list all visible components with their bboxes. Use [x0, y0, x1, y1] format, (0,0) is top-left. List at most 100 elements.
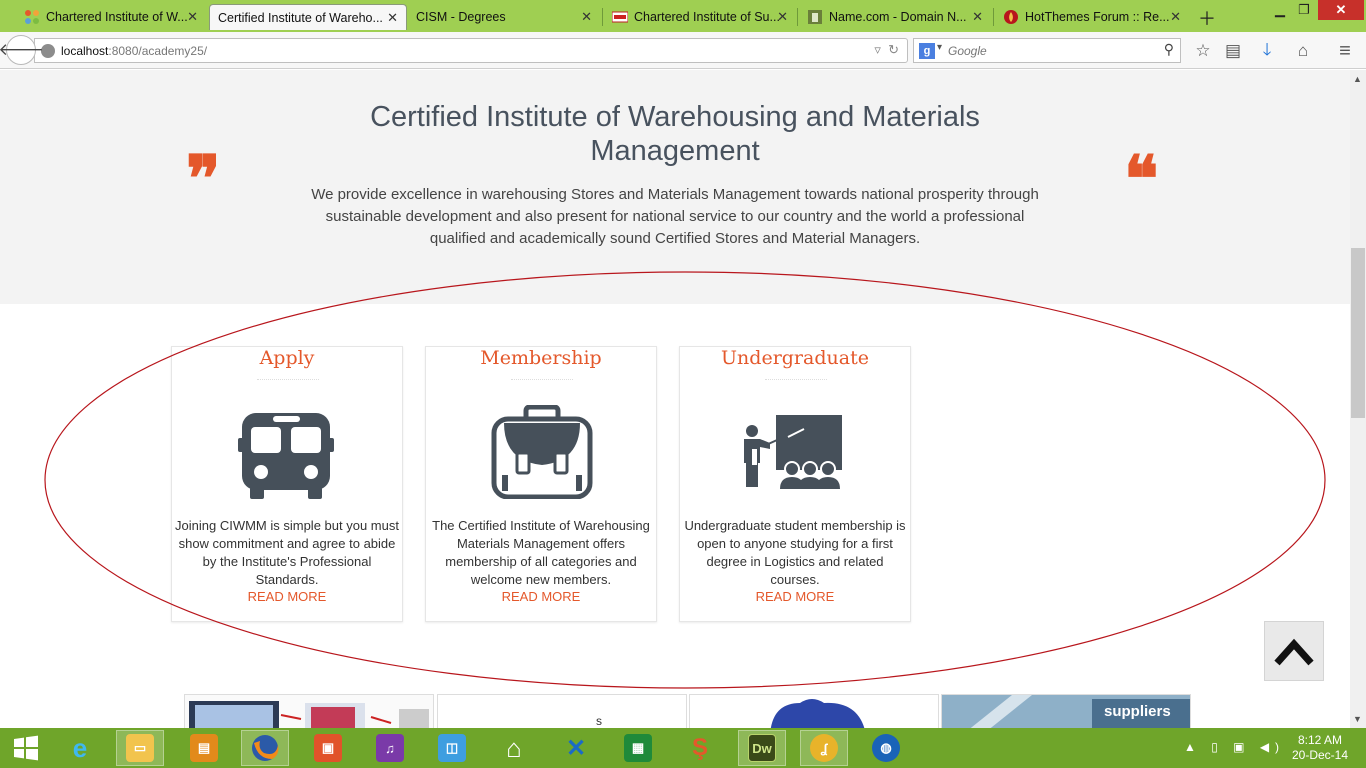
hotthemes-favicon-icon: [1003, 9, 1019, 25]
taskbar-dreamweaver[interactable]: Dw: [738, 730, 786, 766]
back-arrow-icon: 🡐: [0, 40, 44, 59]
taskbar-photos[interactable]: ▣: [304, 730, 352, 766]
start-button[interactable]: [0, 730, 52, 766]
tab-label: Chartered Institute of Su...: [634, 10, 780, 24]
taskbar-home[interactable]: ⌂: [490, 730, 538, 766]
page-scrollbar[interactable]: ▲ ▼: [1350, 70, 1366, 728]
photos-icon: ▣: [314, 734, 342, 762]
home-icon[interactable]: ⌂: [1291, 39, 1315, 63]
taskbar-clock[interactable]: 8:12 AM 20-Dec-14: [1282, 733, 1358, 763]
tab-label: HotThemes Forum :: Re...: [1025, 10, 1170, 24]
tab-chartered-institute[interactable]: Chartered Institute of W... ✕: [16, 4, 206, 30]
tab-certified-institute[interactable]: Certified Institute of Wareho... ✕: [209, 4, 407, 30]
card-apply: Apply Joining CIWMM is simple but you mu…: [171, 346, 403, 622]
tab-label: Name.com - Domain N...: [829, 10, 967, 24]
browser-nav-bar: localhost:8080/academy25/ ▿ ↻ 🡐 g ▾ Goog…: [0, 32, 1366, 69]
close-tab-icon[interactable]: ✕: [187, 9, 198, 25]
partner-image-blank[interactable]: s: [437, 694, 687, 728]
svg-text:s: s: [596, 714, 602, 728]
minimize-icon[interactable]: ▁: [1268, 0, 1292, 20]
taskbar-network[interactable]: ✕: [552, 730, 600, 766]
url-path: :8080/academy25/: [108, 43, 208, 58]
read-more-link[interactable]: READ MORE: [426, 589, 656, 604]
tab-separator: [797, 8, 798, 26]
card-text: The Certified Institute of Warehousing M…: [432, 518, 650, 587]
reload-icon[interactable]: ▿ ↻: [874, 42, 899, 58]
read-more-link[interactable]: READ MORE: [172, 589, 402, 604]
new-tab-icon[interactable]: ＋: [1198, 5, 1216, 31]
chevron-up-icon: [1274, 638, 1314, 666]
tab-label: Certified Institute of Wareho...: [218, 10, 383, 25]
network-icon: ✕: [565, 734, 587, 762]
tab-namecom[interactable]: Name.com - Domain N... ✕: [799, 4, 991, 30]
close-tab-icon[interactable]: ✕: [387, 10, 398, 26]
taskbar-firefox[interactable]: [241, 730, 289, 766]
browser-tab-bar: Chartered Institute of W... ✕ Certified …: [0, 0, 1366, 32]
quote-open-icon: ❞: [186, 142, 221, 217]
close-tab-icon[interactable]: ✕: [1170, 9, 1181, 25]
card-title[interactable]: Membership: [426, 347, 656, 369]
taskbar-excel[interactable]: ▦: [614, 730, 662, 766]
back-to-top-button[interactable]: [1264, 621, 1324, 681]
url-bar[interactable]: localhost:8080/academy25/ ▿ ↻: [34, 38, 908, 63]
tab-separator: [602, 8, 603, 26]
taskbar-media[interactable]: ♫: [366, 730, 414, 766]
read-more-link[interactable]: READ MORE: [680, 589, 910, 604]
reading-list-icon[interactable]: ▤: [1221, 39, 1245, 63]
firefox-icon: [252, 735, 279, 761]
bookmark-star-icon[interactable]: ☆: [1191, 39, 1215, 63]
taskbar-notes[interactable]: ▤: [180, 730, 228, 766]
taskbar-store[interactable]: ◫: [428, 730, 476, 766]
tab-hotthemes[interactable]: HotThemes Forum :: Re... ✕: [995, 4, 1189, 30]
page-viewport: Certified Institute of Warehousing and M…: [0, 70, 1350, 728]
close-tab-icon[interactable]: ✕: [972, 9, 983, 25]
partner-image-suppliers[interactable]: suppliers: [941, 694, 1191, 728]
card-title[interactable]: Apply: [172, 347, 402, 369]
tab-cism-degrees[interactable]: CISM - Degrees ✕: [408, 4, 600, 30]
card-text: Joining CIWMM is simple but you must sho…: [175, 518, 399, 587]
restore-icon[interactable]: ❐: [1292, 0, 1316, 20]
close-tab-icon[interactable]: ✕: [777, 9, 788, 25]
taskbar-sketch[interactable]: Ş: [676, 730, 724, 766]
tab-label: CISM - Degrees: [416, 10, 506, 24]
fireworks-icon: ʆ: [810, 734, 838, 762]
tab-chartered-institute-su[interactable]: Chartered Institute of Su... ✕: [604, 4, 796, 30]
close-tab-icon[interactable]: ✕: [581, 9, 592, 25]
clock-date: 20-Dec-14: [1291, 748, 1349, 762]
sketch-icon: Ş: [691, 734, 708, 761]
back-button[interactable]: 🡐: [0, 35, 44, 65]
divider: [257, 379, 319, 380]
partner-image-software[interactable]: [184, 694, 434, 728]
suppliers-label: suppliers: [1104, 703, 1171, 720]
internet-explorer-icon: e: [72, 732, 88, 763]
taskbar-globe[interactable]: ◍: [862, 730, 910, 766]
intro-text: We provide excellence in warehousing Sto…: [311, 186, 1039, 247]
divider: [511, 379, 573, 380]
intro-section: Certified Institute of Warehousing and M…: [0, 70, 1350, 304]
bus-icon: [228, 405, 348, 499]
dreamweaver-icon: Dw: [748, 734, 776, 762]
taskbar-file-explorer[interactable]: ▭: [116, 730, 164, 766]
search-placeholder: Google: [948, 43, 987, 58]
scrollbar-thumb[interactable]: [1351, 248, 1365, 418]
clock-time: 8:12 AM: [1297, 733, 1343, 747]
google-icon[interactable]: g: [919, 43, 935, 59]
search-icon[interactable]: ⚲: [1164, 41, 1174, 58]
scroll-down-icon[interactable]: ▼: [1353, 714, 1362, 724]
divider: [765, 379, 827, 380]
partner-image-puzzle[interactable]: [689, 694, 939, 728]
system-tray-icons[interactable]: ▲ ▯ ▣ ◀): [1184, 740, 1285, 754]
joomla-icon: [24, 9, 40, 25]
namecom-favicon-icon: [807, 9, 823, 25]
page-title: Certified Institute of Warehousing and M…: [370, 101, 980, 167]
download-icon[interactable]: 🡓: [1255, 39, 1279, 63]
taskbar-internet-explorer[interactable]: e: [56, 730, 104, 766]
chevron-down-icon[interactable]: ▾: [937, 42, 942, 53]
teacher-board-icon: [736, 405, 856, 499]
card-title[interactable]: Undergraduate: [680, 347, 910, 369]
search-input[interactable]: g ▾ Google ⚲: [913, 38, 1181, 63]
window-close-icon[interactable]: ✕: [1318, 0, 1364, 20]
scroll-up-icon[interactable]: ▲: [1353, 74, 1362, 84]
menu-icon[interactable]: ≡: [1333, 39, 1357, 63]
taskbar-fireworks[interactable]: ʆ: [800, 730, 848, 766]
